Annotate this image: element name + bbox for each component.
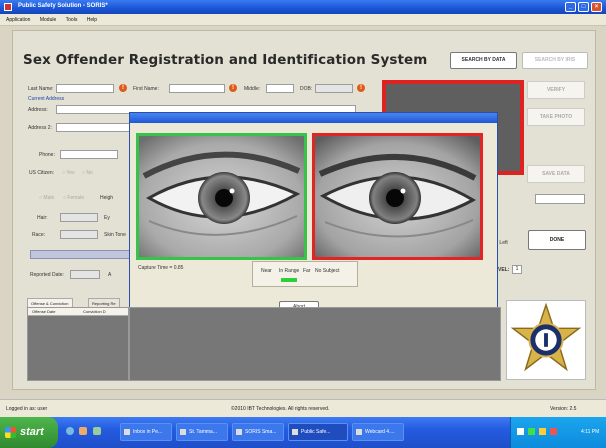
last-name-warning-icon: ! [119, 84, 127, 92]
address2-label: Address 2: [28, 125, 52, 131]
hair-label: Hair: [37, 215, 48, 221]
task-st-tamma[interactable]: St. Tamma... [176, 423, 228, 441]
left-eye-frame [136, 133, 307, 260]
app-quicklaunch-icon[interactable] [92, 427, 101, 435]
middle-field[interactable] [266, 84, 294, 93]
folder-icon[interactable] [79, 427, 88, 435]
col-offense-date[interactable]: Offense Date [32, 308, 56, 316]
phone-field[interactable] [60, 150, 118, 159]
iris-capture-dialog: Capture Time = 0.85 Near In Range Far No… [129, 112, 498, 324]
tray-icon[interactable] [539, 428, 546, 435]
height-label: Heigh [100, 195, 114, 201]
windows-logo-icon [5, 427, 16, 438]
range-none-label: No Subject [315, 268, 340, 274]
task-public-safe[interactable]: Public Safe... [288, 423, 348, 441]
citizen-yes-radio[interactable]: ○ Yes [62, 170, 75, 176]
system-tray: 4:11 PM [510, 417, 606, 448]
eyes-label: Ey [104, 215, 110, 221]
task-soris[interactable]: SORIS Sma... [232, 423, 284, 441]
in-range-indicator-bar [281, 278, 297, 282]
take-photo-button[interactable]: TAKE PHOTO [527, 108, 585, 126]
reported-date-field[interactable] [70, 270, 100, 279]
tray-icon[interactable] [517, 428, 524, 435]
seal-badge [506, 300, 586, 380]
dob-label: DOB: [300, 86, 313, 92]
citizen-no-radio[interactable]: ○ No [82, 170, 93, 176]
left-eye-image [139, 136, 304, 257]
task-inbox[interactable]: Inbox in Pe... [120, 423, 172, 441]
app-icon [4, 3, 12, 11]
dob-field[interactable] [315, 84, 353, 93]
menu-tools[interactable]: Tools [66, 14, 78, 26]
female-radio[interactable]: ○ Female [63, 195, 84, 201]
dialog-title-bar [130, 113, 497, 123]
page-title: Sex Offender Registration and Identifica… [23, 52, 428, 68]
offense-table-header: Offense Date Conviction D [28, 308, 128, 316]
current-address-label: Current Address [28, 96, 65, 102]
race-select[interactable] [60, 230, 98, 239]
verify-button[interactable]: VERIFY [527, 81, 585, 99]
clock[interactable]: 4:11 PM [581, 429, 599, 435]
copyright-text: ©2010 IBT Technologies. All rights reser… [231, 406, 330, 412]
start-label: start [20, 426, 44, 438]
ie-icon[interactable] [66, 427, 74, 435]
a-label: A [108, 272, 112, 278]
male-radio[interactable]: ○ Male [39, 195, 54, 201]
phone-label: Phone: [39, 152, 55, 158]
first-name-label: First Name: [133, 86, 159, 92]
tab-reporting[interactable]: Reporting Re [88, 298, 120, 307]
task-webcard[interactable]: Webcard 4.... [352, 423, 404, 441]
tray-icon[interactable] [550, 428, 557, 435]
offense-table-body [129, 307, 501, 381]
race-label: Race: [32, 232, 46, 238]
version-text: Version: 2.5 [550, 406, 577, 412]
range-near-label: Near [261, 268, 272, 274]
first-name-field[interactable] [169, 84, 225, 93]
window-title: Public Safety Solution - SORIS* [18, 3, 108, 9]
first-name-warning-icon: ! [229, 84, 237, 92]
right-eye-frame [312, 133, 483, 260]
search-by-iris-button[interactable]: SEARCH BY IRIS [522, 52, 588, 69]
hair-select[interactable] [60, 213, 98, 222]
last-name-field[interactable] [56, 84, 114, 93]
level-label: VEL: [498, 267, 510, 273]
maximize-button[interactable]: □ [578, 2, 589, 12]
menu-application[interactable]: Application [6, 14, 30, 26]
search-by-data-button[interactable]: SEARCH BY DATA [450, 52, 517, 69]
menu-help[interactable]: Help [87, 14, 97, 26]
quick-launch [66, 427, 114, 437]
address2-field[interactable] [56, 123, 130, 132]
right-eye-image [315, 136, 480, 257]
menu-bar: Application Module Tools Help [0, 14, 606, 26]
done-button[interactable]: DONE [528, 230, 586, 250]
level-value[interactable]: 1 [512, 265, 522, 274]
range-indicator: Near In Range Far No Subject [252, 261, 358, 287]
reported-date-label: Reported Date: [30, 272, 64, 278]
middle-label: Middle: [244, 86, 261, 92]
range-far-label: Far [303, 268, 311, 274]
tab-offense-conviction[interactable]: Offense & Conviction [27, 298, 73, 307]
range-in-label: In Range [279, 268, 300, 274]
start-button[interactable]: start [0, 417, 58, 448]
capture-time-label: Capture Time = 0.85 [138, 265, 184, 271]
window-title-bar: Public Safety Solution - SORIS* _ □ × [0, 0, 606, 14]
minimize-button[interactable]: _ [565, 2, 576, 12]
feature-buttons-row[interactable] [30, 250, 130, 259]
last-name-label: Last Name: [28, 86, 54, 92]
close-button[interactable]: × [591, 2, 602, 12]
taskbar: start Inbox in Pe... St. Tamma... SORIS … [0, 417, 606, 448]
menu-module[interactable]: Module [40, 14, 56, 26]
sheriff-star-icon [510, 302, 582, 372]
tray-icon[interactable] [528, 428, 535, 435]
status-bar: Logged in as: user ©2010 IBT Technologie… [0, 399, 606, 417]
col-conviction-date[interactable]: Conviction D [83, 308, 106, 316]
skin-tone-label: Skin Tone [104, 232, 126, 238]
address-label: Address: [28, 107, 48, 113]
us-citizen-label: US Citizen: [29, 170, 55, 176]
save-data-button[interactable]: SAVE DATA [527, 165, 585, 183]
dob-warning-icon: ! [357, 84, 365, 92]
offense-table [27, 307, 129, 381]
side-input[interactable] [535, 194, 585, 204]
logged-in-status: Logged in as: user [6, 406, 48, 412]
